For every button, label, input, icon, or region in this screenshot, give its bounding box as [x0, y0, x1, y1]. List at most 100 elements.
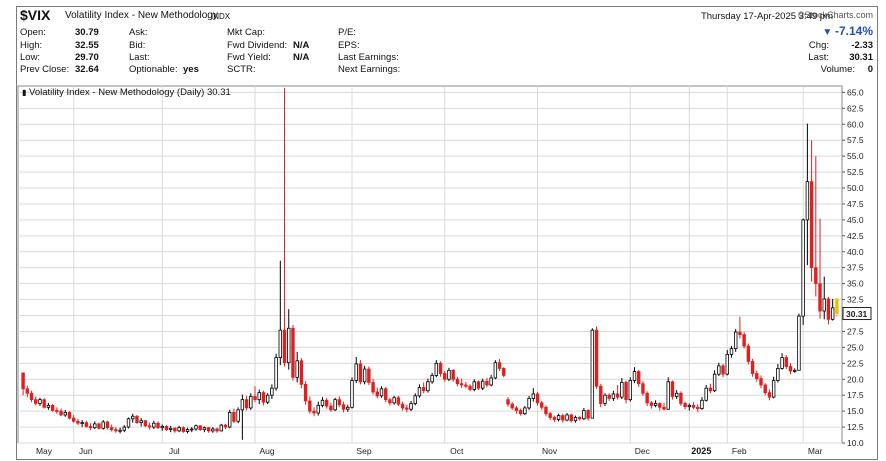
x-tick-label: Dec	[635, 446, 651, 456]
candle-body	[733, 331, 738, 350]
candle-body	[738, 331, 742, 336]
candle-body	[814, 267, 818, 285]
x-tick-label: Mar	[808, 446, 823, 456]
candle-body	[333, 399, 337, 411]
candle-body	[540, 402, 544, 408]
candle-body	[232, 411, 236, 422]
y-tick-label: 17.5	[847, 390, 864, 400]
candle-body	[249, 396, 253, 409]
candle-body	[42, 399, 46, 408]
candle-body	[109, 427, 114, 431]
candle-body	[194, 425, 198, 430]
y-tick-label: 12.5	[847, 422, 864, 432]
chart-title: ▮ Volatility Index - New Methodology (Da…	[22, 87, 231, 98]
candle-body	[63, 411, 67, 416]
candle-body	[185, 429, 190, 432]
candle-body	[793, 369, 797, 372]
candle-body	[544, 406, 548, 415]
candle-body	[88, 426, 93, 429]
candle-body	[755, 373, 759, 380]
candle-body	[700, 399, 704, 409]
candle-body	[215, 428, 219, 432]
candle-body	[443, 373, 447, 380]
candle-body	[780, 357, 784, 369]
y-tick-label: 62.5	[847, 103, 864, 113]
candle-body	[25, 388, 30, 394]
candle-body	[763, 384, 767, 394]
candle-body	[805, 181, 810, 221]
candle-body	[46, 404, 51, 408]
candle-body	[451, 369, 455, 380]
candle-body	[729, 348, 734, 355]
candle-body	[181, 427, 186, 432]
y-tick-label: 45.0	[847, 215, 864, 225]
candle-body	[438, 362, 443, 374]
y-tick-label: 15.0	[847, 406, 864, 416]
candle-body	[721, 365, 725, 375]
candle-body	[662, 406, 666, 410]
candle-body	[122, 426, 127, 431]
candle-body	[447, 369, 451, 380]
candle-body	[367, 368, 371, 383]
candle-body	[341, 404, 346, 410]
candle-body	[518, 410, 523, 415]
candle-body	[523, 407, 527, 415]
candle-body	[556, 415, 561, 420]
x-tick-label: 2025	[691, 446, 711, 456]
candle-body	[818, 283, 822, 312]
candle-body	[143, 420, 148, 427]
candle-body	[493, 362, 498, 379]
candle-body	[535, 393, 540, 404]
candle-body	[379, 388, 384, 397]
candle-body	[198, 425, 202, 431]
candle-body	[135, 415, 139, 424]
candle-body	[750, 360, 755, 374]
candle-body	[506, 399, 510, 405]
candle-body	[624, 382, 628, 401]
candle-body	[101, 421, 105, 429]
candle-body	[468, 385, 472, 390]
candle-body	[147, 425, 152, 428]
x-tick-label: May	[36, 446, 53, 456]
y-tick-label: 57.5	[847, 135, 864, 145]
candle-body	[97, 423, 101, 429]
y-tick-label: 27.5	[847, 326, 864, 336]
candle-body	[240, 399, 245, 411]
candle-body	[228, 411, 232, 428]
candle-body	[502, 368, 506, 376]
candle-body	[59, 410, 63, 416]
candle-body	[788, 366, 793, 372]
candle-body	[396, 397, 401, 405]
candle-body	[270, 387, 274, 396]
candle-body	[573, 417, 578, 422]
y-tick-label: 20.0	[847, 374, 864, 384]
candlestick-chart[interactable]: 10.012.515.017.520.022.525.027.530.032.5…	[0, 0, 886, 461]
candle-body	[620, 382, 624, 398]
candle-body	[603, 394, 607, 404]
candle-body	[21, 372, 25, 390]
y-tick-label: 60.0	[847, 119, 864, 129]
candle-body	[126, 418, 131, 428]
y-tick-label: 35.0	[847, 279, 864, 289]
y-tick-label: 25.0	[847, 342, 864, 352]
candle-body	[80, 422, 84, 425]
candle-body	[329, 405, 333, 411]
candle-body	[510, 403, 514, 409]
y-tick-label: 52.5	[847, 167, 864, 177]
candle-body	[223, 424, 228, 428]
candle-body	[472, 381, 476, 390]
candle-body	[708, 387, 713, 392]
candle-body	[278, 329, 283, 358]
candle-body	[168, 427, 173, 431]
candle-body	[257, 392, 261, 401]
candle-body	[569, 414, 573, 422]
plot-area	[17, 85, 843, 444]
candle-body	[219, 424, 223, 432]
candle-body	[190, 428, 194, 431]
candle-body	[354, 363, 358, 381]
y-tick-label: 55.0	[847, 151, 864, 161]
candle-body	[489, 377, 493, 386]
candle-body	[607, 394, 611, 399]
candle-body	[771, 380, 776, 398]
candle-body	[337, 399, 342, 406]
